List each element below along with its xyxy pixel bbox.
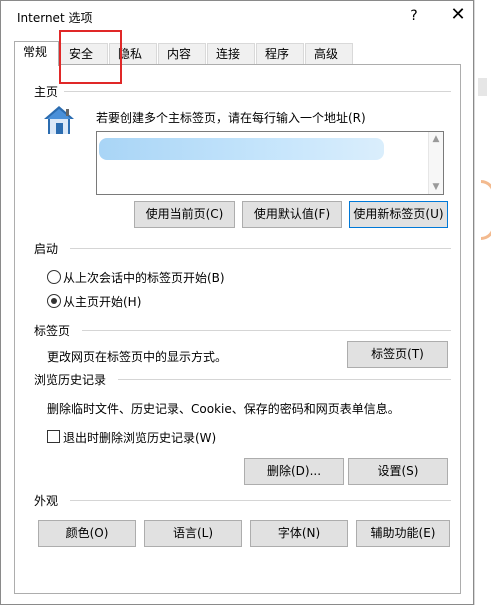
fonts-button[interactable]: 字体(N)	[250, 520, 348, 547]
title-bar: Internet 选项 ? ✕	[1, 1, 473, 31]
scroll-down-icon[interactable]: ▼	[429, 182, 443, 192]
history-divider	[118, 379, 451, 380]
use-current-button[interactable]: 使用当前页(C)	[134, 201, 235, 228]
tab-security[interactable]: 安全	[60, 43, 108, 65]
home-page-url-field[interactable]: ▲ ▼	[96, 131, 444, 195]
background-graphic	[481, 180, 491, 240]
tab-programs[interactable]: 程序	[256, 43, 304, 65]
tab-connections[interactable]: 连接	[207, 43, 255, 65]
delete-on-exit-label[interactable]: 退出时删除浏览历史记录(W)	[63, 429, 216, 446]
history-section-header: 浏览历史记录	[34, 371, 113, 388]
url-field-scrollbar[interactable]: ▲ ▼	[428, 132, 443, 194]
history-settings-button[interactable]: 设置(S)	[348, 458, 448, 485]
home-description: 若要创建多个主标签页，请在每行输入一个地址(R)	[96, 111, 366, 125]
tabs-divider	[82, 330, 451, 331]
appearance-divider	[70, 500, 451, 501]
radio-home-page-label[interactable]: 从主页开始(H)	[63, 293, 141, 310]
radio-last-session-label[interactable]: 从上次会话中的标签页开始(B)	[63, 269, 225, 286]
help-button[interactable]: ?	[399, 4, 429, 28]
radio-home-page[interactable]	[47, 294, 61, 308]
scroll-up-icon[interactable]: ▲	[429, 134, 443, 144]
home-divider	[60, 91, 451, 92]
appearance-section-header: 外观	[34, 492, 65, 509]
delete-history-button[interactable]: 删除(D)...	[244, 458, 344, 485]
tabs-button[interactable]: 标签页(T)	[347, 341, 448, 368]
tabs-description: 更改网页在标签页中的显示方式。	[47, 350, 228, 364]
use-default-button[interactable]: 使用默认值(F)	[242, 201, 342, 228]
colors-button[interactable]: 颜色(O)	[38, 520, 136, 547]
house-icon	[44, 106, 74, 134]
history-description: 删除临时文件、历史记录、Cookie、保存的密码和网页表单信息。	[47, 402, 400, 416]
tabs-section-header: 标签页	[34, 322, 77, 339]
window-title: Internet 选项	[17, 11, 93, 25]
tab-content[interactable]: 内容	[158, 43, 206, 65]
tab-advanced[interactable]: 高级	[305, 43, 353, 65]
accessibility-button[interactable]: 辅助功能(E)	[356, 520, 450, 547]
radio-last-session[interactable]	[47, 270, 61, 284]
startup-section-header: 启动	[34, 240, 65, 257]
close-button[interactable]: ✕	[443, 4, 473, 28]
startup-divider	[70, 248, 451, 249]
use-new-tab-button[interactable]: 使用新标签页(U)	[349, 201, 448, 228]
delete-on-exit-checkbox[interactable]	[47, 430, 60, 443]
home-section-header: 主页	[34, 83, 65, 100]
background-scrollbar	[478, 78, 487, 96]
background-window	[474, 0, 491, 605]
tab-general[interactable]: 常规	[14, 41, 59, 66]
tab-privacy[interactable]: 隐私	[109, 43, 157, 65]
redacted-url	[99, 138, 384, 160]
tab-bar: 常规 安全 隐私 内容 连接 程序 高级	[14, 41, 461, 66]
languages-button[interactable]: 语言(L)	[144, 520, 242, 547]
